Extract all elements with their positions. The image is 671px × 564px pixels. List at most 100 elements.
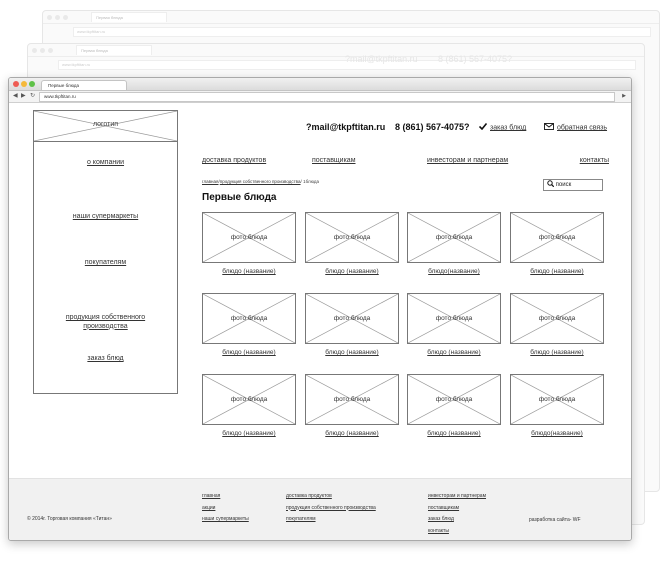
background-window-titlebar: Первая блюда (43, 11, 659, 24)
zoom-window-button[interactable] (29, 81, 35, 87)
background-tab: Первая блюда (76, 45, 152, 55)
footer-link[interactable]: акции (202, 503, 249, 515)
background-window-titlebar: Первая блюда (28, 44, 644, 57)
address-bar[interactable]: www.tkpftitan.ru (39, 92, 615, 102)
page-content: логотип о компании наши супермаркеты пок… (9, 102, 631, 540)
nav-contacts[interactable]: контакты (580, 157, 609, 164)
product-card[interactable]: фото блюда блюдо (название) (510, 212, 604, 275)
envelope-icon (544, 123, 554, 132)
nav-suppliers[interactable]: поставщикам (312, 157, 356, 164)
header-phone: 8 (861) 567-4075? (395, 122, 470, 132)
product-name-link[interactable]: блюдо (название) (202, 349, 296, 356)
product-photo-label: фото блюда (230, 315, 268, 322)
logo-placeholder[interactable]: логотип (34, 111, 177, 142)
product-name-link[interactable]: блюдо (название) (510, 349, 604, 356)
footer-column-3: инвесторам и партнерам поставщикам заказ… (428, 491, 486, 537)
footer-link[interactable]: контакты (428, 526, 486, 538)
product-photo-label: фото блюда (435, 396, 473, 403)
background-address: www.tkpftitan.ru (73, 27, 651, 37)
nav-investors[interactable]: инвесторам и партнерам (427, 157, 508, 164)
product-name-link[interactable]: блюдо(название) (510, 430, 604, 437)
window-dot (63, 14, 68, 20)
product-photo-placeholder[interactable]: фото блюда (305, 212, 399, 263)
breadcrumb-current: 1блюда (303, 179, 319, 184)
product-photo-placeholder[interactable]: фото блюда (202, 212, 296, 263)
footer-link[interactable]: продукция собственного производства (286, 503, 376, 515)
sidebar-item-customers[interactable]: покупателям (34, 259, 177, 268)
sidebar-item-own-production[interactable]: продукция собственного производства (60, 314, 151, 331)
close-window-button[interactable] (13, 81, 19, 87)
product-photo-placeholder[interactable]: фото блюда (510, 293, 604, 344)
footer-link[interactable]: доставка продуктов (286, 491, 376, 503)
product-card[interactable]: фото блюда блюдо (название) (407, 374, 501, 437)
product-card[interactable]: фото блюда блюдо (название) (202, 293, 296, 356)
product-photo-label: фото блюда (538, 396, 576, 403)
breadcrumb-section[interactable]: продукция собственного производства (220, 179, 301, 184)
product-card[interactable]: фото блюда блюдо (название) (510, 293, 604, 356)
footer-link[interactable]: поставщикам (428, 503, 486, 515)
footer-link[interactable]: покупателям (286, 514, 376, 526)
minimize-window-button[interactable] (21, 81, 27, 87)
product-card[interactable]: фото блюда блюдо(название) (407, 212, 501, 275)
product-photo-placeholder[interactable]: фото блюда (202, 374, 296, 425)
checkmark-icon (478, 122, 488, 132)
product-name-link[interactable]: блюдо (название) (407, 430, 501, 437)
product-photo-placeholder[interactable]: фото блюда (407, 293, 501, 344)
product-card[interactable]: фото блюда блюдо(название) (510, 374, 604, 437)
product-name-link[interactable]: блюдо (название) (510, 268, 604, 275)
product-photo-placeholder[interactable]: фото блюда (407, 374, 501, 425)
order-link[interactable]: заказ блюд (478, 122, 526, 132)
footer-column-1: главная акции наши супермаркеты (202, 491, 249, 526)
background-phone: 8 (861) 567-4075? (438, 54, 513, 64)
product-photo-placeholder[interactable]: фото блюда (305, 374, 399, 425)
product-photo-placeholder[interactable]: фото блюда (202, 293, 296, 344)
product-name-link[interactable]: блюдо (название) (305, 268, 399, 275)
product-photo-placeholder[interactable]: фото блюда (510, 374, 604, 425)
product-card[interactable]: фото блюда блюдо (название) (305, 212, 399, 275)
product-card[interactable]: фото блюда блюдо (название) (407, 293, 501, 356)
product-card[interactable]: фото блюда блюдо (название) (202, 212, 296, 275)
product-photo-placeholder[interactable]: фото блюда (407, 212, 501, 263)
header-email[interactable]: ?mail@tkpftitan.ru (306, 122, 385, 132)
titlebar: Первые блюда (9, 78, 631, 91)
order-label[interactable]: заказ блюд (490, 124, 526, 131)
product-card[interactable]: фото блюда блюдо (название) (305, 293, 399, 356)
breadcrumb-separator: / (300, 179, 302, 184)
product-photo-placeholder[interactable]: фото блюда (510, 212, 604, 263)
product-photo-placeholder[interactable]: фото блюда (305, 293, 399, 344)
product-name-link[interactable]: блюдо (название) (305, 349, 399, 356)
forward-arrow-icon[interactable]: ▶ (21, 92, 26, 101)
search-icon (547, 180, 556, 188)
footer-link[interactable]: заказ блюд (428, 514, 486, 526)
footer-link[interactable]: инвесторам и партнерам (428, 491, 486, 503)
copyright: © 2014г. Торговая компания «Титан» (27, 516, 112, 522)
feedback-label[interactable]: обратная связь (557, 124, 607, 131)
product-card[interactable]: фото блюда блюдо (название) (202, 374, 296, 437)
window-dot (55, 14, 60, 20)
product-card[interactable]: фото блюда блюдо (название) (305, 374, 399, 437)
play-icon[interactable]: ▶ (622, 92, 626, 101)
sidebar: логотип о компании наши супермаркеты пок… (33, 110, 178, 394)
window-dot (47, 14, 52, 20)
product-name-link[interactable]: блюдо (название) (407, 349, 501, 356)
product-name-link[interactable]: блюдо (название) (305, 430, 399, 437)
product-name-link[interactable]: блюдо(название) (407, 268, 501, 275)
sidebar-item-order[interactable]: заказ блюд (34, 355, 177, 364)
reload-icon[interactable]: ↻ (30, 92, 35, 101)
nav-delivery[interactable]: доставка продуктов (202, 157, 266, 164)
breadcrumb-home[interactable]: главная (202, 179, 219, 184)
logo-label: логотип (92, 121, 119, 128)
search-input[interactable]: поиск (543, 179, 603, 191)
product-name-link[interactable]: блюдо (название) (202, 430, 296, 437)
sidebar-item-about[interactable]: о компании (34, 159, 177, 168)
product-photo-label: фото блюда (435, 234, 473, 241)
product-photo-label: фото блюда (230, 396, 268, 403)
footer-link[interactable]: главная (202, 491, 249, 503)
sidebar-item-supermarkets[interactable]: наши супермаркеты (34, 213, 177, 222)
back-arrow-icon[interactable]: ◀ (13, 92, 18, 101)
developer-credit[interactable]: разработка сайта- WF (529, 517, 581, 523)
browser-tab[interactable]: Первые блюда (41, 80, 127, 90)
footer-link[interactable]: наши супермаркеты (202, 514, 249, 526)
feedback-link[interactable]: обратная связь (544, 123, 607, 132)
product-name-link[interactable]: блюдо (название) (202, 268, 296, 275)
